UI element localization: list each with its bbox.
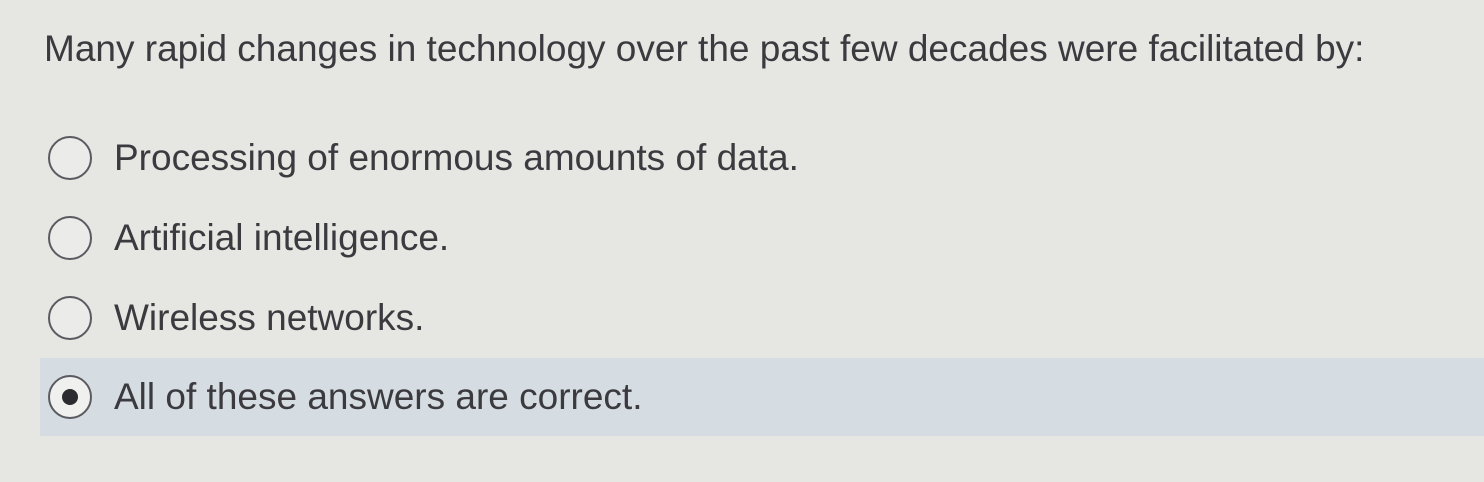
answer-option-data-processing[interactable]: Processing of enormous amounts of data.	[40, 118, 1484, 198]
answer-option-all-correct[interactable]: All of these answers are correct.	[40, 358, 1484, 436]
answer-label: Wireless networks.	[114, 297, 425, 338]
answer-label: All of these answers are correct.	[114, 376, 643, 417]
radio-button-unselected[interactable]	[48, 136, 92, 180]
radio-selected-dot-icon	[62, 389, 78, 405]
answer-label: Artificial intelligence.	[114, 217, 450, 258]
radio-button-selected[interactable]	[48, 375, 92, 419]
answer-option-artificial-intelligence[interactable]: Artificial intelligence.	[40, 198, 1484, 278]
radio-button-unselected[interactable]	[48, 296, 92, 340]
radio-button-unselected[interactable]	[48, 216, 92, 260]
question-text: Many rapid changes in technology over th…	[44, 28, 1365, 69]
answer-option-wireless-networks[interactable]: Wireless networks.	[40, 278, 1484, 358]
answer-options: Processing of enormous amounts of data. …	[40, 118, 1484, 436]
answer-label: Processing of enormous amounts of data.	[114, 137, 799, 178]
